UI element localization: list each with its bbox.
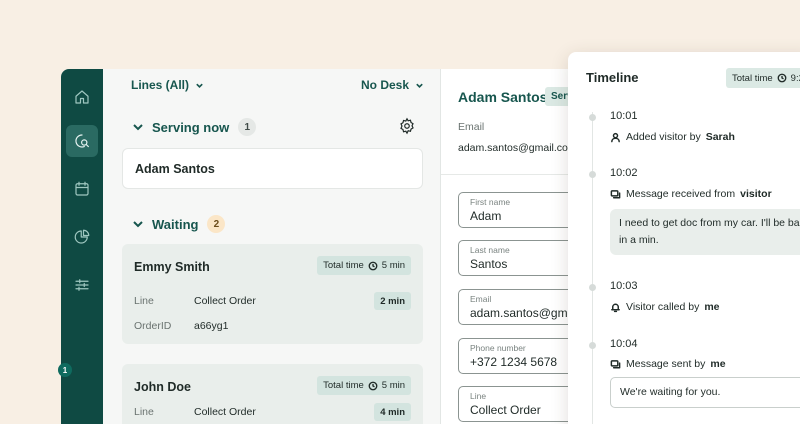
timeline-event: Message received from visitor	[610, 188, 772, 200]
total-time-badge: Total time 5 min	[317, 376, 411, 395]
lines-filter[interactable]: Lines (All)	[131, 78, 204, 92]
total-time-label: Total time	[323, 380, 364, 391]
chevron-down-icon	[416, 83, 423, 88]
event-text: Visitor called by	[626, 301, 700, 313]
serving-count-badge: 1	[238, 118, 257, 136]
timeline-total-badge: Total time 9:2	[726, 68, 800, 88]
serving-title: Serving now	[152, 119, 230, 135]
desk-filter[interactable]: No Desk	[361, 78, 424, 92]
clock-icon	[368, 381, 378, 390]
person-icon	[611, 132, 620, 142]
event-text: Message sent by	[626, 358, 706, 370]
event-actor: visitor	[740, 188, 772, 200]
line-value: Collect Order	[194, 406, 256, 418]
serving-visitor-card[interactable]: Adam Santos	[122, 148, 423, 189]
line-label: Line	[134, 295, 154, 307]
total-time-value: 5 min	[381, 260, 405, 271]
timeline-dot	[589, 171, 596, 178]
event-actor: Sarah	[705, 131, 735, 143]
line-label: Line	[134, 406, 154, 418]
serving-section-toggle[interactable]: Serving now 1	[132, 118, 257, 136]
chevron-down-icon	[196, 83, 203, 88]
waiting-title: Waiting	[152, 216, 199, 232]
nav-conversations[interactable]	[66, 125, 98, 157]
timeline-panel: Timeline Total time 9:2 10:01 Added visi…	[568, 52, 800, 424]
waiting-count-badge: 2	[207, 215, 226, 233]
chevron-down-icon	[133, 124, 143, 131]
event-actor: me	[710, 358, 726, 370]
sliders-icon	[75, 279, 89, 291]
event-time: 10:03	[610, 280, 638, 292]
clock-icon	[777, 73, 787, 83]
total-time-label: Total time	[732, 72, 773, 84]
timeline-dot	[589, 114, 596, 121]
queue-position-badge: 1	[58, 363, 72, 377]
event-text: Added visitor by	[626, 131, 701, 143]
event-text: Message received from	[626, 188, 736, 200]
sent-message-bubble: We're waiting for you.	[610, 377, 800, 408]
total-time-value: 9:2	[790, 72, 800, 84]
timeline-event: Visitor called by me	[610, 301, 720, 313]
desk-filter-label: No Desk	[361, 78, 410, 92]
line-value: Collect Order	[194, 295, 256, 307]
line-wait-badge: 4 min	[374, 403, 411, 421]
line-row: Line Collect Order	[134, 295, 411, 307]
total-time-value: 5 min	[381, 380, 405, 391]
event-time: 10:01	[610, 110, 638, 122]
timeline-event: Message sent by me	[610, 358, 726, 370]
clock-icon	[368, 261, 378, 270]
timeline-dot	[589, 342, 596, 349]
nav-home[interactable]	[66, 81, 98, 113]
email-value: adam.santos@gmail.com	[458, 142, 577, 154]
home-icon	[75, 90, 89, 104]
timeline-dot	[589, 284, 596, 291]
timeline-event: Added visitor by Sarah	[610, 131, 735, 143]
serving-visitor-name: Adam Santos	[135, 162, 215, 176]
event-actor: me	[704, 301, 720, 313]
event-time: 10:02	[610, 167, 638, 179]
nav-settings[interactable]	[66, 269, 98, 301]
total-time-badge: Total time 5 min	[317, 256, 411, 275]
visitor-title: Adam Santos	[458, 89, 548, 105]
event-time: 10:04	[610, 338, 638, 350]
bell-icon	[611, 303, 620, 312]
nav-reports[interactable]	[66, 221, 98, 253]
email-label: Email	[458, 121, 485, 133]
visitor-name: Emmy Smith	[134, 260, 210, 274]
waiting-visitor-card[interactable]: John Doe Total time 5 min Line Collect O…	[122, 364, 423, 424]
order-value: a66yg1	[194, 320, 229, 332]
visitor-name: John Doe	[134, 380, 191, 394]
waiting-visitor-card[interactable]: Emmy Smith Total time 5 min Line Collect…	[122, 244, 423, 344]
total-time-label: Total time	[323, 260, 364, 271]
order-row: OrderID a66yg1	[134, 320, 411, 332]
queue-panel: Lines (All) No Desk Serving now 1 Adam S…	[103, 69, 441, 424]
chevron-down-icon	[133, 221, 143, 228]
received-message-bubble: I need to get doc from my car. I'll be b…	[610, 209, 800, 255]
timeline-title: Timeline	[586, 70, 639, 85]
waiting-section-toggle[interactable]: Waiting 2	[132, 215, 226, 233]
message-icon	[610, 359, 621, 368]
message-icon	[610, 189, 621, 198]
lines-filter-label: Lines (All)	[131, 78, 190, 92]
line-row: Line Collect Order	[134, 406, 411, 418]
chat-search-icon	[75, 134, 89, 148]
calendar-icon	[75, 181, 89, 196]
order-label: OrderID	[134, 320, 172, 332]
nav-calendar[interactable]	[66, 173, 98, 205]
timeline-rail	[592, 112, 593, 424]
line-wait-badge: 2 min	[374, 292, 411, 310]
gear-icon[interactable]	[398, 117, 416, 135]
pie-chart-icon	[74, 229, 90, 244]
